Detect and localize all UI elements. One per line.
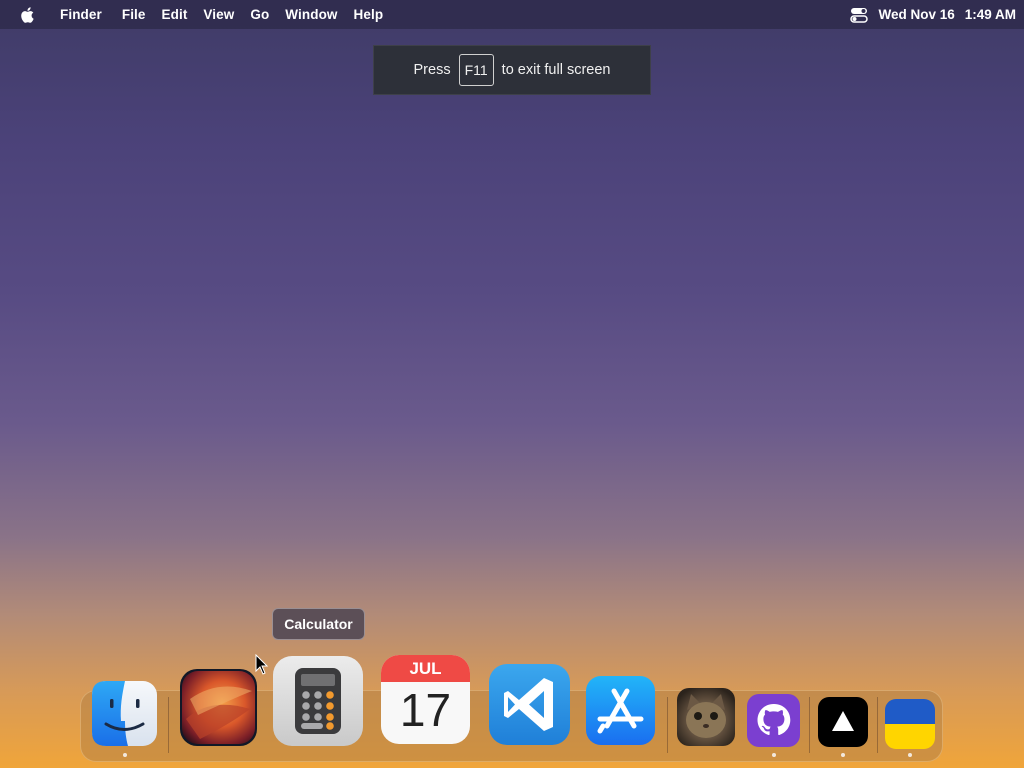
calendar-icon[interactable]: JUL 17 <box>381 655 470 744</box>
dock-tooltip: Calculator <box>272 608 365 640</box>
menu-bar: Finder File Edit View Go Window Help Wed… <box>0 0 1024 29</box>
control-center-icon[interactable] <box>850 7 869 23</box>
calculator-icon[interactable] <box>273 656 363 746</box>
banner-text-before: Press <box>413 62 451 78</box>
cat-photo-icon[interactable] <box>677 688 735 746</box>
fullscreen-exit-banner: Press F11 to exit full screen <box>373 45 651 95</box>
menu-help[interactable]: Help <box>354 7 384 22</box>
running-indicator <box>841 753 845 757</box>
github-icon[interactable] <box>747 694 800 747</box>
dock-separator <box>877 697 878 753</box>
menu-app-name[interactable]: Finder <box>60 7 102 22</box>
running-indicator <box>772 753 776 757</box>
calendar-month: JUL <box>381 655 470 682</box>
menu-edit[interactable]: Edit <box>162 7 188 22</box>
dock-separator <box>809 697 810 753</box>
banner-key: F11 <box>458 54 494 86</box>
ukraine-flag-icon[interactable] <box>885 699 935 749</box>
apple-logo-icon[interactable] <box>18 5 38 25</box>
vscode-icon[interactable] <box>489 664 570 745</box>
calendar-day: 17 <box>399 684 452 736</box>
dock-separator <box>667 697 668 753</box>
dock-separator <box>168 697 169 753</box>
banner-text-after: to exit full screen <box>501 62 611 78</box>
menu-window[interactable]: Window <box>285 7 337 22</box>
mouse-cursor-icon <box>255 654 269 675</box>
menu-file[interactable]: File <box>122 7 146 22</box>
menu-time[interactable]: 1:49 AM <box>965 7 1016 22</box>
menu-view[interactable]: View <box>203 7 234 22</box>
app-store-icon[interactable] <box>586 676 655 745</box>
menu-go[interactable]: Go <box>250 7 269 22</box>
running-indicator <box>123 753 127 757</box>
ventura-wallpaper-icon[interactable] <box>180 669 257 746</box>
running-indicator <box>908 753 912 757</box>
finder-icon[interactable] <box>92 681 157 746</box>
vercel-triangle-icon[interactable] <box>818 697 868 747</box>
menu-bar-status: Wed Nov 16 1:49 AM <box>850 0 1016 29</box>
menu-date[interactable]: Wed Nov 16 <box>878 7 954 22</box>
